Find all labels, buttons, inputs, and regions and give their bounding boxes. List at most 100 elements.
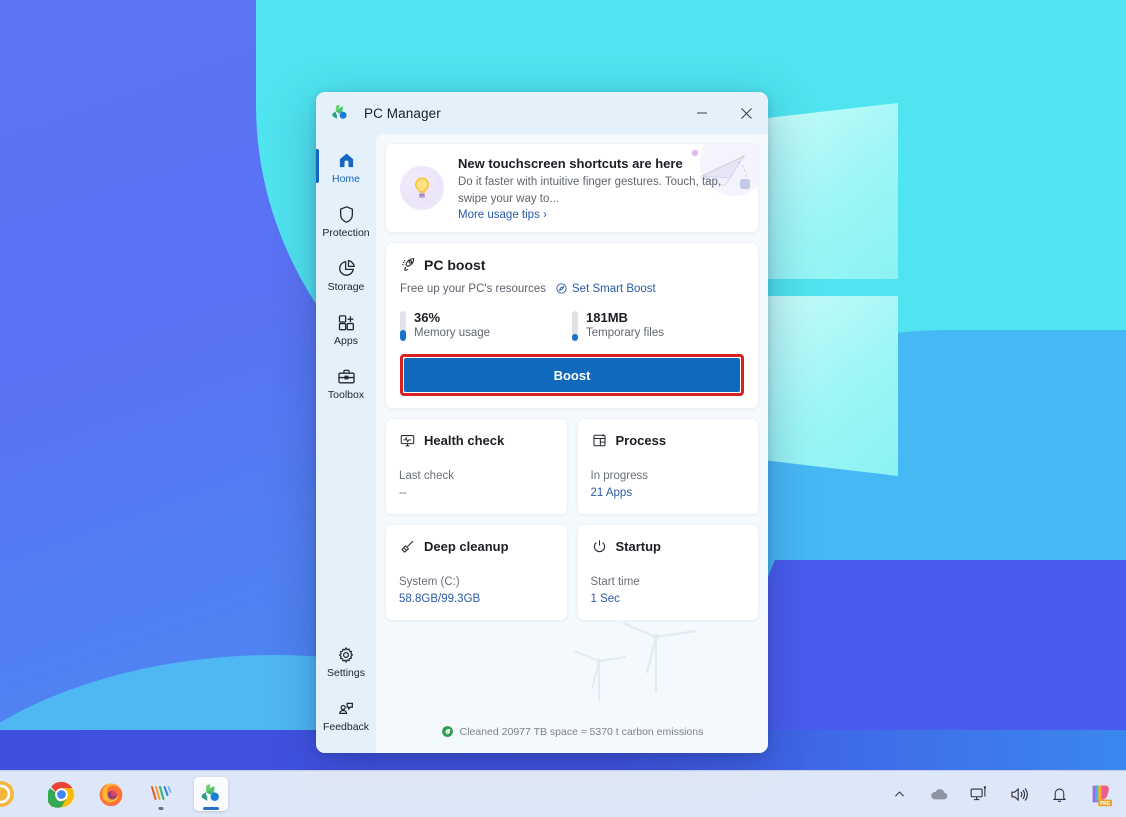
tile-value: 58.8GB/99.3GB bbox=[399, 591, 554, 608]
eco-footer-line: Cleaned 20977 TB space ≈ 5370 t carbon e… bbox=[441, 725, 704, 738]
tile-startup[interactable]: Startup Start time 1 Sec bbox=[577, 524, 760, 621]
apps-grid-icon bbox=[336, 312, 357, 333]
content-area: New touchscreen shortcuts are here Do it… bbox=[376, 134, 768, 753]
tile-title: Process bbox=[616, 433, 667, 448]
taskbar-firefox[interactable] bbox=[94, 777, 128, 811]
taskbar-active-indicator bbox=[203, 807, 219, 810]
more-usage-tips-link[interactable]: More usage tips › bbox=[458, 209, 723, 221]
tile-value: -- bbox=[399, 485, 554, 502]
process-window-icon bbox=[591, 432, 608, 449]
tile-footer: Last check -- bbox=[399, 468, 554, 501]
notifications-tray-icon[interactable] bbox=[1046, 781, 1072, 807]
taskbar-left-group bbox=[0, 777, 228, 811]
broom-icon bbox=[399, 538, 416, 555]
metric-memory-usage: 36% Memory usage bbox=[400, 310, 572, 341]
tile-subtitle: Start time bbox=[591, 574, 746, 591]
tile-value: 1 Sec bbox=[591, 591, 746, 608]
pie-chart-icon bbox=[336, 258, 357, 279]
set-smart-boost-label: Set Smart Boost bbox=[572, 283, 656, 295]
copilot-preview-badge: PRE bbox=[1100, 801, 1111, 807]
tile-title: Health check bbox=[424, 433, 504, 448]
toolbox-icon bbox=[336, 366, 357, 387]
sidebar: Home Protection Storage bbox=[316, 134, 376, 753]
eco-footer-text: Cleaned 20977 TB space ≈ 5370 t carbon e… bbox=[460, 726, 704, 738]
rocket-icon bbox=[400, 256, 417, 273]
sidebar-item-label: Protection bbox=[322, 228, 369, 239]
window-titlebar[interactable]: PC Manager bbox=[316, 92, 768, 134]
tile-footer: System (C:) 58.8GB/99.3GB bbox=[399, 574, 554, 607]
promo-title: New touchscreen shortcuts are here bbox=[458, 155, 723, 173]
pc-boost-header: PC boost bbox=[400, 256, 744, 273]
memory-usage-value: 36% bbox=[414, 310, 490, 326]
sidebar-item-label: Toolbox bbox=[328, 390, 364, 401]
eco-leaf-icon bbox=[441, 725, 454, 738]
tile-footer: Start time 1 Sec bbox=[591, 574, 746, 607]
window-body: Home Protection Storage bbox=[316, 134, 768, 753]
promo-text: New touchscreen shortcuts are here Do it… bbox=[458, 155, 723, 221]
close-button[interactable] bbox=[724, 92, 768, 134]
temporary-files-bar bbox=[572, 311, 578, 341]
tile-subtitle: In progress bbox=[591, 468, 746, 485]
cloud-icon bbox=[929, 786, 949, 802]
pc-manager-window[interactable]: PC Manager Home bbox=[316, 92, 768, 753]
copilot-tray-icon[interactable]: PRE bbox=[1086, 780, 1114, 808]
tile-value: 21 Apps bbox=[591, 485, 746, 502]
taskbar-pc-manager[interactable] bbox=[194, 777, 228, 811]
copilot-icon: PRE bbox=[1087, 781, 1113, 807]
sidebar-item-label: Storage bbox=[328, 282, 365, 293]
sidebar-item-toolbox[interactable]: Toolbox bbox=[316, 356, 376, 410]
sidebar-item-apps[interactable]: Apps bbox=[316, 302, 376, 356]
boost-button[interactable]: Boost bbox=[404, 358, 740, 392]
taskbar[interactable]: PRE bbox=[0, 770, 1126, 817]
pc-boost-subtitle: Free up your PC's resources bbox=[400, 283, 546, 295]
tile-deep-cleanup[interactable]: Deep cleanup System (C:) 58.8GB/99.3GB bbox=[385, 524, 568, 621]
striped-app-icon bbox=[149, 782, 173, 806]
onedrive-tray-icon[interactable] bbox=[926, 781, 952, 807]
temporary-files-label: Temporary files bbox=[586, 326, 664, 341]
network-tray-icon[interactable] bbox=[966, 781, 992, 807]
tile-process[interactable]: Process In progress 21 Apps bbox=[577, 418, 760, 515]
tile-health-check[interactable]: Health check Last check -- bbox=[385, 418, 568, 515]
sidebar-item-protection[interactable]: Protection bbox=[316, 194, 376, 248]
windmill-decoration-small bbox=[564, 643, 634, 703]
pc-boost-subtitle-row: Free up your PC's resources Set Smart Bo… bbox=[400, 282, 744, 295]
sidebar-item-feedback[interactable]: Feedback bbox=[316, 689, 376, 743]
sidebar-item-home[interactable]: Home bbox=[316, 140, 376, 194]
shield-icon bbox=[336, 204, 357, 225]
pc-manager-logo-icon bbox=[199, 782, 223, 806]
windows-logo-wallpaper bbox=[760, 103, 1000, 643]
tile-header: Startup bbox=[591, 538, 746, 555]
pc-boost-card: PC boost Free up your PC's resources Set… bbox=[385, 242, 759, 409]
taskbar-chrome[interactable] bbox=[44, 777, 78, 811]
taskbar-striped-app[interactable] bbox=[144, 777, 178, 811]
desktop: PC Manager Home bbox=[0, 0, 1126, 817]
window-title: PC Manager bbox=[364, 106, 441, 121]
gear-icon bbox=[336, 645, 356, 665]
power-icon bbox=[591, 538, 608, 555]
sidebar-item-storage[interactable]: Storage bbox=[316, 248, 376, 302]
tile-header: Process bbox=[591, 432, 746, 449]
tile-subtitle: System (C:) bbox=[399, 574, 554, 591]
volume-tray-icon[interactable] bbox=[1006, 781, 1032, 807]
eco-footer: Cleaned 20977 TB space ≈ 5370 t carbon e… bbox=[385, 621, 759, 753]
tile-title: Startup bbox=[616, 539, 662, 554]
chevron-up-icon bbox=[893, 788, 906, 801]
metric-temporary-files: 181MB Temporary files bbox=[572, 310, 744, 341]
feature-tiles: Health check Last check -- bbox=[385, 418, 759, 621]
windows-start-icon bbox=[0, 779, 26, 809]
smart-boost-icon bbox=[555, 282, 568, 295]
promo-banner[interactable]: New touchscreen shortcuts are here Do it… bbox=[385, 143, 759, 233]
feedback-icon bbox=[336, 699, 356, 719]
lightbulb-icon bbox=[400, 166, 444, 210]
sidebar-item-settings[interactable]: Settings bbox=[316, 635, 376, 689]
window-controls bbox=[680, 92, 768, 134]
memory-usage-bar bbox=[400, 311, 406, 341]
pc-boost-title: PC boost bbox=[424, 257, 485, 273]
minimize-button[interactable] bbox=[680, 92, 724, 134]
taskbar-start-button[interactable] bbox=[0, 777, 28, 811]
show-hidden-icons-button[interactable] bbox=[886, 781, 912, 807]
set-smart-boost-link[interactable]: Set Smart Boost bbox=[555, 282, 656, 295]
pc-manager-logo-icon bbox=[330, 103, 350, 123]
home-icon bbox=[336, 150, 357, 171]
tile-header: Deep cleanup bbox=[399, 538, 554, 555]
